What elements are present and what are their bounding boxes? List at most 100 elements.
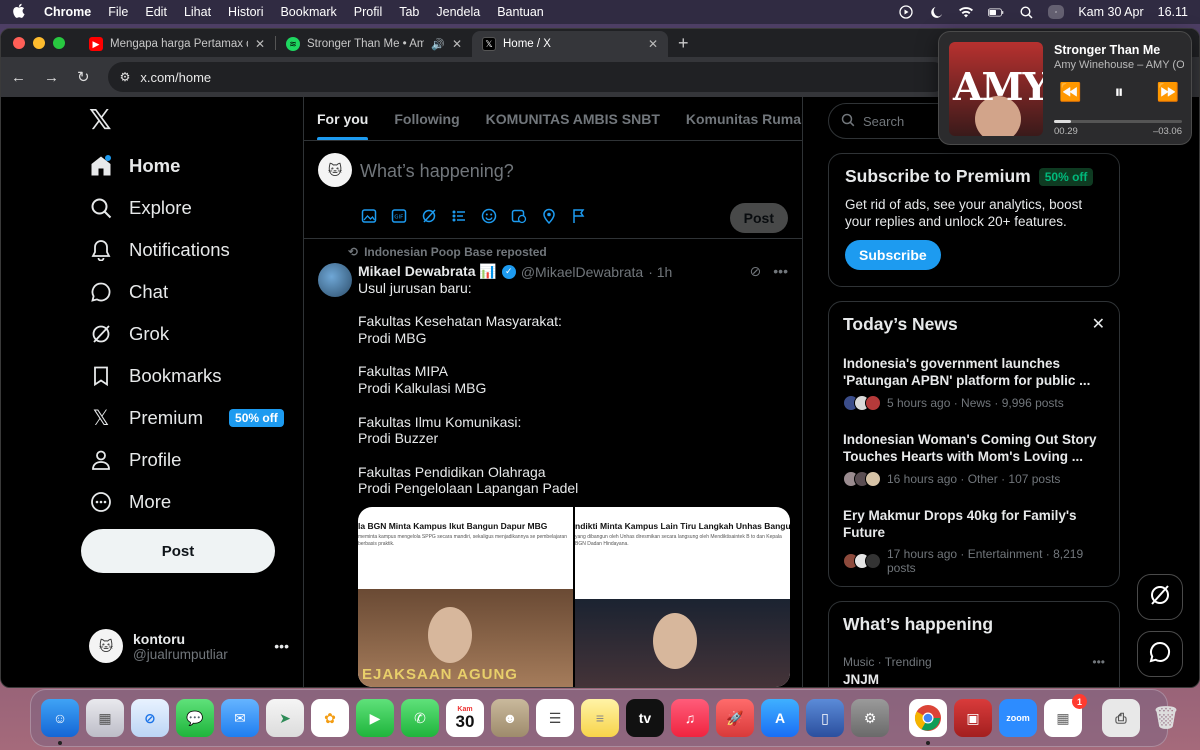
minimize-window-button[interactable]	[33, 37, 45, 49]
speaker-icon[interactable]: 🔊	[431, 38, 445, 51]
menu-view[interactable]: Lihat	[184, 5, 211, 19]
nav-item-more[interactable]: More	[89, 487, 171, 517]
menubar-time[interactable]: 16.11	[1158, 5, 1188, 19]
site-settings-icon[interactable]: ⚙	[120, 70, 131, 84]
printer-icon[interactable]: ⎙	[1102, 699, 1140, 737]
phone-icon[interactable]: ✆	[401, 699, 439, 737]
tweet-author-name[interactable]: Mikael Dewabrata 📊	[358, 263, 497, 280]
notes-icon[interactable]: ≡	[581, 699, 619, 737]
subscribe-button[interactable]: Subscribe	[845, 240, 941, 270]
rewind-icon[interactable]: ⏪	[1059, 82, 1081, 103]
menu-file[interactable]: File	[108, 5, 128, 19]
mail-icon[interactable]: ✉	[221, 699, 259, 737]
music-icon[interactable]: ♫	[671, 699, 709, 737]
menubar-date[interactable]: Kam 30 Apr	[1078, 5, 1143, 19]
nav-item-notifications[interactable]: Notifications	[89, 235, 230, 265]
close-window-button[interactable]	[13, 37, 25, 49]
nav-item-chat[interactable]: Chat	[89, 277, 168, 307]
photos-icon[interactable]: ✿	[311, 699, 349, 737]
account-switcher[interactable]: 🐱 kontoru @jualrumputliar •••	[89, 629, 289, 663]
grok-compose-icon[interactable]	[420, 207, 438, 225]
close-tab-icon[interactable]: ✕	[255, 37, 265, 51]
contacts-icon[interactable]: ☻	[491, 699, 529, 737]
compose-post-button[interactable]: Post	[729, 203, 788, 233]
control-center-icon[interactable]	[1048, 5, 1065, 19]
tab-for-you[interactable]: For you	[304, 97, 381, 140]
menu-help[interactable]: Bantuan	[497, 5, 544, 19]
nav-item-home[interactable]: Home	[89, 151, 180, 181]
browser-tab-spotify[interactable]: ≋ Stronger Than Me • Amy W 🔊 ✕	[276, 31, 472, 57]
new-tab-icon[interactable]: +	[678, 33, 689, 54]
chrome-icon[interactable]	[909, 699, 947, 745]
fast-forward-icon[interactable]: ⏩	[1157, 82, 1179, 103]
app-store-icon[interactable]: A	[761, 699, 799, 737]
playback-progress-bar[interactable]	[1054, 120, 1182, 123]
zoom-icon[interactable]: zoom	[999, 699, 1037, 737]
finder-icon[interactable]: ☺	[41, 699, 79, 745]
composer-input[interactable]: What’s happening?	[360, 161, 514, 182]
tweet-time[interactable]: · 1h	[648, 264, 672, 280]
calendar-icon[interactable]: Kam 30	[446, 699, 484, 737]
x-logo-icon[interactable]: 𝕏	[89, 103, 112, 136]
app-menu-chrome[interactable]: Chrome	[44, 5, 91, 19]
maps-icon[interactable]: ➤	[266, 699, 304, 737]
safari-icon[interactable]: ⊘	[131, 699, 169, 737]
more-dots-icon[interactable]: •••	[773, 263, 788, 280]
apple-icon[interactable]	[12, 3, 26, 21]
tweet-media[interactable]: la BGN Minta Kampus Ikut Bangun Dapur MB…	[358, 507, 790, 687]
spotlight-search-icon[interactable]	[1018, 5, 1034, 19]
tab-komunitas-rumah[interactable]: Komunitas Rumah-Rumah	[673, 97, 802, 140]
tweet-author-handle[interactable]: @MikaelDewabrata	[521, 264, 643, 280]
reload-icon[interactable]: ↻	[77, 68, 90, 86]
menu-window[interactable]: Jendela	[436, 5, 480, 19]
close-icon[interactable]: ✕	[1092, 314, 1105, 335]
trend-name[interactable]: JNJM	[843, 672, 1105, 687]
menu-tab[interactable]: Tab	[399, 5, 419, 19]
media-image-2[interactable]: ndikti Minta Kampus Lain Tiru Langkah Un…	[575, 507, 790, 687]
menu-profile[interactable]: Profil	[354, 5, 382, 19]
browser-tab-x[interactable]: 𝕏 Home / X ✕	[472, 31, 668, 57]
flag-icon[interactable]	[570, 207, 588, 225]
ipad-app-icon[interactable]: ▯	[806, 699, 844, 737]
nav-item-profile[interactable]: Profile	[89, 445, 181, 475]
tweet[interactable]: ⟲ Indonesian Poop Base reposted Mikael D…	[304, 239, 802, 687]
launchpad-icon[interactable]: ▦	[86, 699, 124, 737]
browser-tab-youtube[interactable]: ▶ Mengapa harga Pertamax dan ✕	[79, 31, 275, 57]
close-tab-icon[interactable]: ✕	[452, 37, 462, 51]
rocket-app-icon[interactable]: 🚀	[716, 699, 754, 737]
repost-by[interactable]: Indonesian Poop Base reposted	[364, 245, 547, 259]
apple-tv-icon[interactable]: tv	[626, 699, 664, 737]
zoom-window-button[interactable]	[53, 37, 65, 49]
media-image-1[interactable]: la BGN Minta Kampus Ikut Bangun Dapur MB…	[358, 507, 573, 687]
news-item[interactable]: Indonesian Woman's Coming Out Story Touc…	[843, 431, 1105, 487]
close-tab-icon[interactable]: ✕	[648, 37, 658, 51]
more-dots-icon[interactable]: •••	[1092, 655, 1105, 669]
grok-fab-button[interactable]	[1137, 574, 1183, 620]
system-settings-icon[interactable]: ⚙	[851, 699, 889, 737]
trash-icon[interactable]: 🗑	[1147, 699, 1185, 737]
schedule-icon[interactable]	[510, 207, 528, 225]
reminders-icon[interactable]: ☰	[536, 699, 574, 737]
image-icon[interactable]	[360, 207, 378, 225]
nav-item-explore[interactable]: Explore	[89, 193, 192, 223]
menu-edit[interactable]: Edit	[145, 5, 167, 19]
forward-arrow-icon[interactable]: →	[44, 69, 59, 86]
emoji-icon[interactable]	[480, 207, 498, 225]
nav-item-bookmarks[interactable]: Bookmarks	[89, 361, 222, 391]
moon-icon[interactable]	[928, 5, 944, 19]
wifi-icon[interactable]	[958, 5, 974, 19]
facetime-icon[interactable]: ▶	[356, 699, 394, 737]
app-grid-icon[interactable]: ▦ 1	[1044, 694, 1087, 737]
avatar[interactable]	[318, 263, 352, 297]
battery-icon[interactable]	[988, 5, 1004, 19]
poll-icon[interactable]	[450, 207, 468, 225]
pause-icon[interactable]: ⏸	[1115, 82, 1124, 103]
more-dots-icon[interactable]: •••	[274, 638, 289, 654]
nav-item-premium[interactable]: 𝕏 Premium 50% off	[89, 403, 284, 433]
chat-fab-button[interactable]	[1137, 631, 1183, 677]
tab-komunitas-ambis[interactable]: KOMUNITAS AMBIS SNBT	[473, 97, 673, 140]
nav-item-grok[interactable]: Grok	[89, 319, 169, 349]
location-icon[interactable]	[540, 207, 558, 225]
tab-following[interactable]: Following	[381, 97, 472, 140]
address-bar[interactable]: ⚙ x.com/home	[107, 62, 948, 92]
